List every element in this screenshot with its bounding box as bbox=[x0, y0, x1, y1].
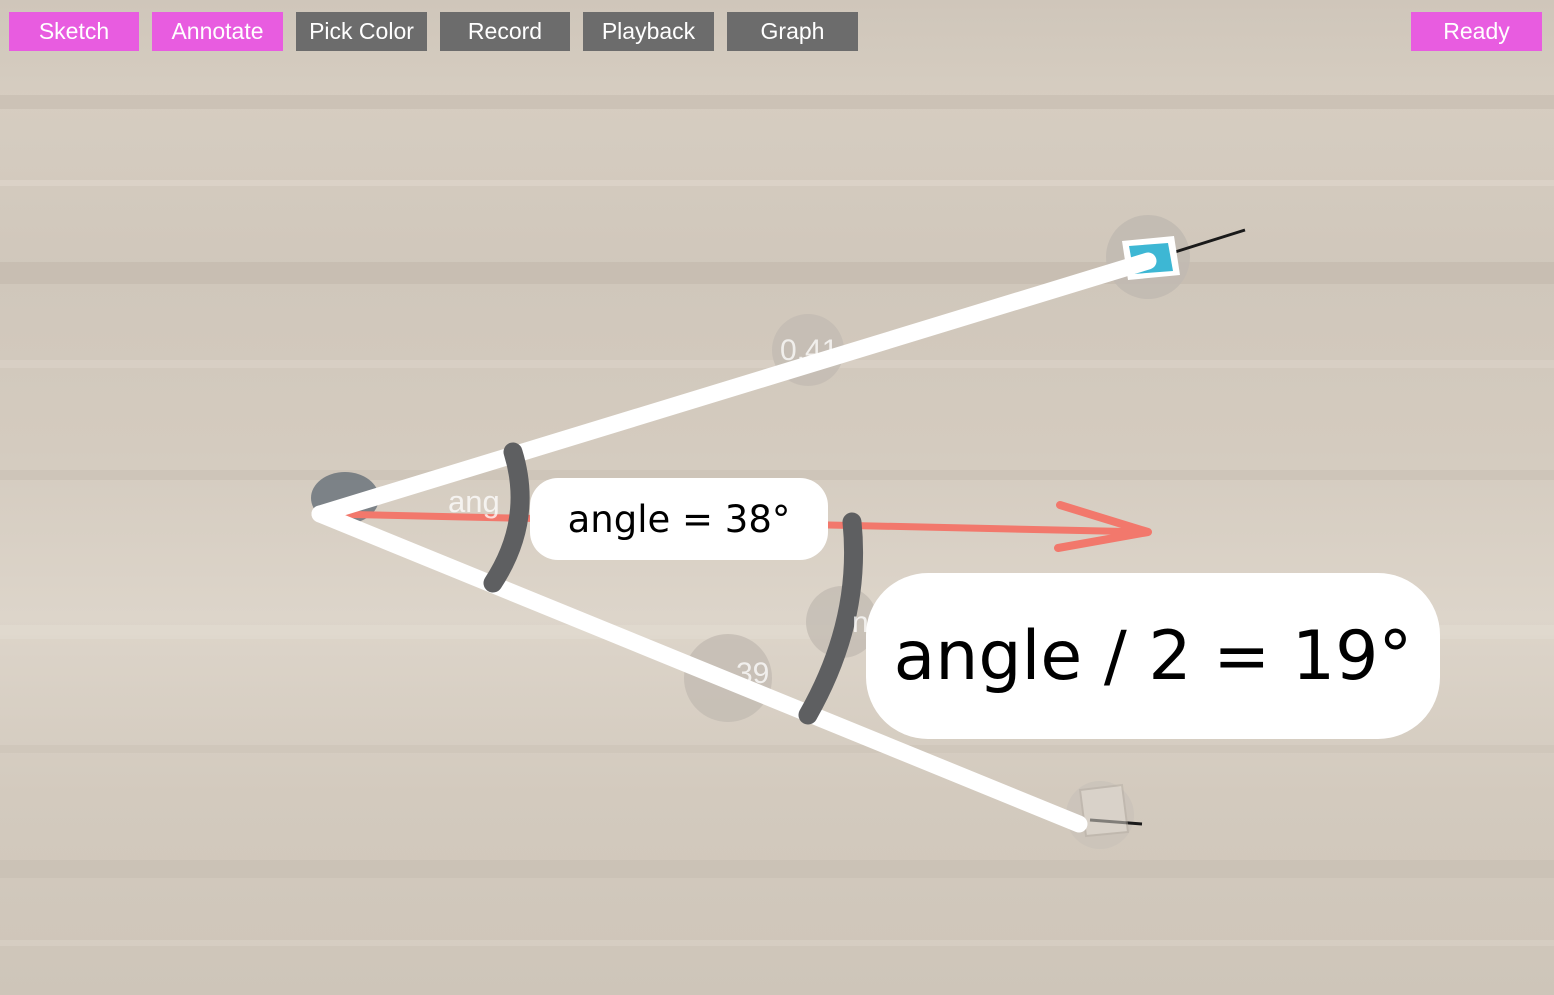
ghost-text-upper-measure: 0.41 bbox=[780, 334, 839, 367]
ready-status-button[interactable]: Ready bbox=[1411, 12, 1542, 51]
half-angle-label[interactable]: angle / 2 = 19° bbox=[866, 573, 1440, 739]
record-button[interactable]: Record bbox=[440, 12, 570, 51]
ghost-text-angle: ang bbox=[448, 484, 500, 519]
faded-square-marker-icon bbox=[1078, 783, 1130, 838]
ghost-text-lower-measure: 39 bbox=[736, 657, 770, 690]
annotate-button[interactable]: Annotate bbox=[152, 12, 283, 51]
sketch-button[interactable]: Sketch bbox=[9, 12, 139, 51]
graph-button[interactable]: Graph bbox=[727, 12, 858, 51]
pick-color-button[interactable]: Pick Color bbox=[296, 12, 427, 51]
playback-button[interactable]: Playback bbox=[583, 12, 714, 51]
angle-label[interactable]: angle = 38° bbox=[530, 478, 828, 560]
